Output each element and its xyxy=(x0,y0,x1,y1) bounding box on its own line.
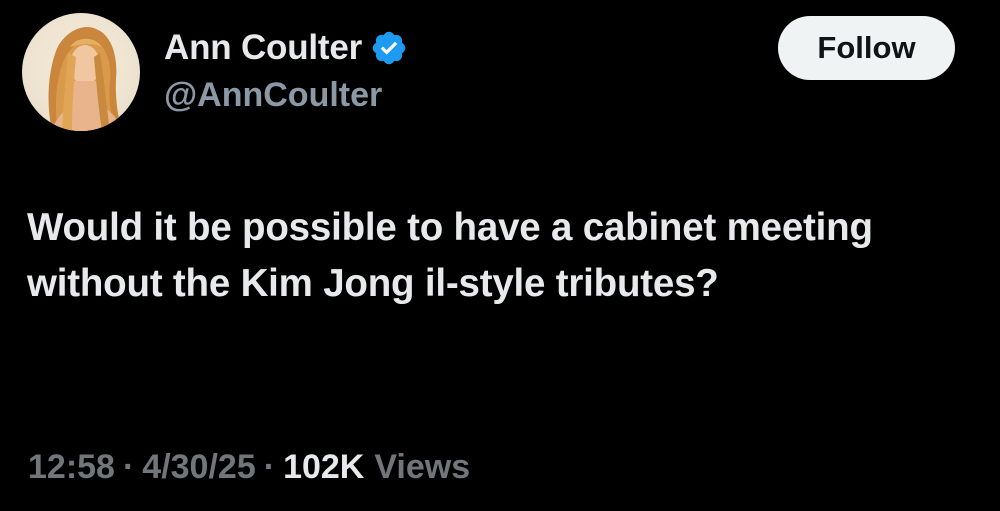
avatar-photo-icon xyxy=(48,27,122,131)
meta-separator: · xyxy=(263,448,276,486)
tweet-date[interactable]: 4/30/25 xyxy=(142,448,255,487)
follow-button[interactable]: Follow xyxy=(778,16,955,80)
author-handle[interactable]: @AnnCoulter xyxy=(164,76,382,115)
views-label: Views xyxy=(374,448,471,486)
tweet-meta: 12:58 · 4/30/25 · 102K Views xyxy=(28,448,470,487)
meta-separator: · xyxy=(122,448,135,486)
tweet-text: Would it be possible to have a cabinet m… xyxy=(27,206,873,305)
tweet-time[interactable]: 12:58 xyxy=(28,448,115,487)
tweet-card: Ann Coulter @AnnCoulter Follow Would it … xyxy=(0,0,1000,511)
author-display-name[interactable]: Ann Coulter xyxy=(164,28,362,68)
author-name-row: Ann Coulter xyxy=(164,26,408,70)
views-count[interactable]: 102K xyxy=(283,448,364,487)
verified-badge-icon[interactable] xyxy=(370,29,408,67)
avatar[interactable] xyxy=(22,13,140,131)
